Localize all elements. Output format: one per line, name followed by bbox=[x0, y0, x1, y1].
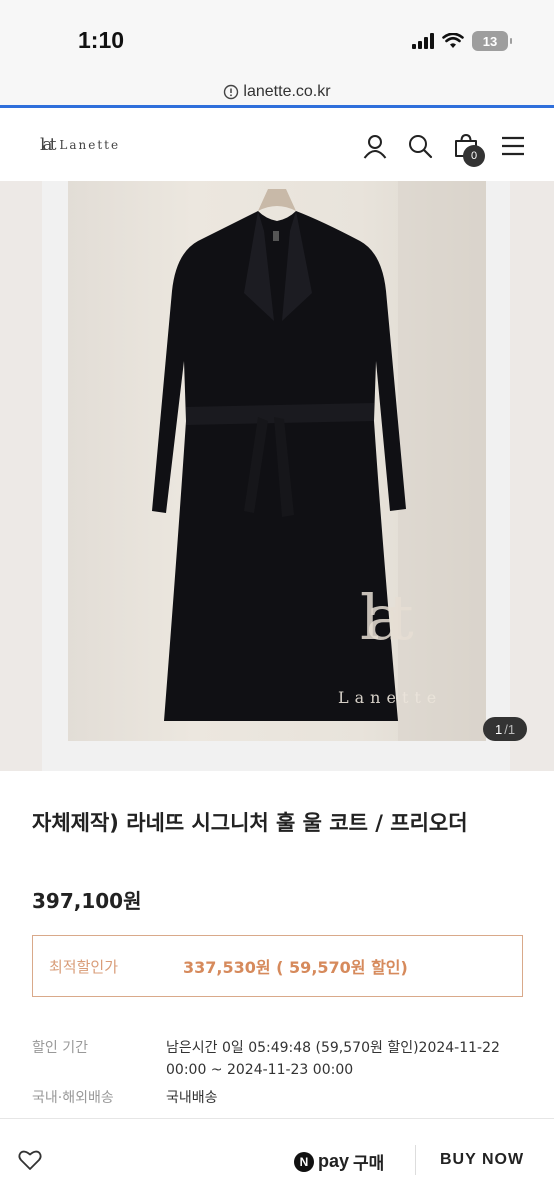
battery-level: 13 bbox=[482, 33, 498, 49]
npay-buy-button[interactable]: N pay 구매 bbox=[294, 1149, 384, 1174]
url-bar[interactable]: lanette.co.kr bbox=[0, 78, 554, 108]
image-counter: 1 / 1 bbox=[483, 717, 527, 741]
product-title: 자체제작) 라네뜨 시그니처 훌 울 코트 / 프리오더 bbox=[32, 811, 468, 835]
status-bar: 1:10 13 bbox=[0, 0, 554, 78]
logo-mark: lat bbox=[40, 135, 57, 155]
watermark-mark: lat bbox=[360, 581, 414, 654]
info-label: 국내·해외배송 bbox=[32, 1090, 114, 1106]
url-text[interactable]: lanette.co.kr bbox=[243, 83, 330, 101]
status-icons: 13 bbox=[412, 31, 512, 51]
info-row-shipping: 국내·해외배송 국내배송 bbox=[32, 1087, 516, 1109]
best-discount-box[interactable]: 최적할인가 337,530원 ( 59,570원 할인) bbox=[32, 935, 523, 997]
product-image[interactable]: lat Lanette bbox=[68, 181, 486, 741]
status-time: 1:10 bbox=[78, 27, 125, 53]
gallery-prev-peek[interactable] bbox=[0, 181, 42, 771]
signal-icon bbox=[412, 33, 434, 49]
counter-current: 1 bbox=[494, 721, 503, 737]
best-discount-value: 337,530원 ( 59,570원 할인) bbox=[183, 958, 408, 977]
info-label: 할인 기간 bbox=[32, 1040, 88, 1056]
info-row-discount-period: 할인 기간 남은시간 0일 05:49:48 (59,570원 할인)2024-… bbox=[32, 1037, 516, 1081]
npay-label: pay bbox=[318, 1151, 350, 1171]
cart-count-badge[interactable]: 0 bbox=[463, 145, 485, 167]
gallery-next-peek[interactable] bbox=[510, 181, 554, 771]
heart-icon[interactable] bbox=[18, 1149, 42, 1175]
product-price: 397,100원 bbox=[32, 889, 142, 913]
info-icon[interactable] bbox=[223, 84, 239, 100]
site-logo[interactable]: lat Lanette bbox=[40, 135, 120, 155]
wifi-icon bbox=[442, 33, 464, 48]
bottom-action-bar: N pay 구매 BUY NOW bbox=[0, 1118, 554, 1200]
watermark-text: Lanette bbox=[338, 688, 443, 707]
best-discount-label: 최적할인가 bbox=[49, 957, 119, 976]
coat-illustration bbox=[152, 181, 486, 741]
npay-logo-icon: N bbox=[294, 1151, 314, 1172]
info-value: 남은시간 0일 05:49:48 (59,570원 할인)2024-11-22 … bbox=[166, 1040, 500, 1078]
buy-now-button[interactable]: BUY NOW bbox=[440, 1151, 524, 1169]
counter-total: 1 bbox=[507, 721, 516, 737]
user-icon[interactable] bbox=[360, 131, 390, 161]
bottom-divider bbox=[415, 1145, 416, 1175]
battery-icon: 13 bbox=[472, 31, 512, 51]
menu-icon[interactable] bbox=[498, 131, 528, 161]
npay-buy-label: 구매 bbox=[353, 1154, 385, 1174]
product-gallery[interactable]: lat Lanette bbox=[0, 181, 554, 771]
info-value: 국내배송 bbox=[166, 1090, 218, 1106]
logo-text: Lanette bbox=[59, 138, 121, 152]
search-icon[interactable] bbox=[405, 131, 435, 161]
